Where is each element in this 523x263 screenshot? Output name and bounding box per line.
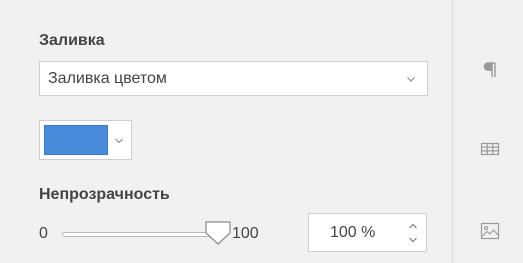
right-toolbar	[452, 0, 523, 263]
fill-settings-panel: Заливка Заливка цветом Непрозрачность 0 …	[0, 0, 452, 263]
opacity-slider-thumb[interactable]	[204, 220, 232, 246]
fill-color-swatch[interactable]	[44, 125, 108, 155]
fill-section-title: Заливка	[39, 32, 105, 49]
opacity-slider-track[interactable]	[62, 232, 222, 237]
opacity-spin-field[interactable]: 100 %	[308, 213, 427, 252]
opacity-title: Непрозрачность	[39, 186, 170, 203]
fill-color-picker[interactable]	[39, 120, 132, 160]
opacity-value: 100 %	[330, 224, 376, 241]
opacity-slider-max-label: 100	[232, 225, 259, 242]
opacity-slider-min-label: 0	[39, 225, 48, 242]
chevron-up-icon[interactable]	[406, 219, 420, 233]
table-icon[interactable]	[480, 139, 500, 159]
chevron-down-icon[interactable]	[406, 233, 420, 247]
fill-type-select[interactable]: Заливка цветом	[39, 61, 428, 96]
fill-type-selected-value: Заливка цветом	[48, 69, 167, 87]
chevron-down-icon[interactable]	[114, 137, 124, 145]
image-icon[interactable]	[480, 221, 500, 241]
chevron-down-icon	[407, 77, 415, 82]
paragraph-icon[interactable]	[480, 60, 500, 80]
